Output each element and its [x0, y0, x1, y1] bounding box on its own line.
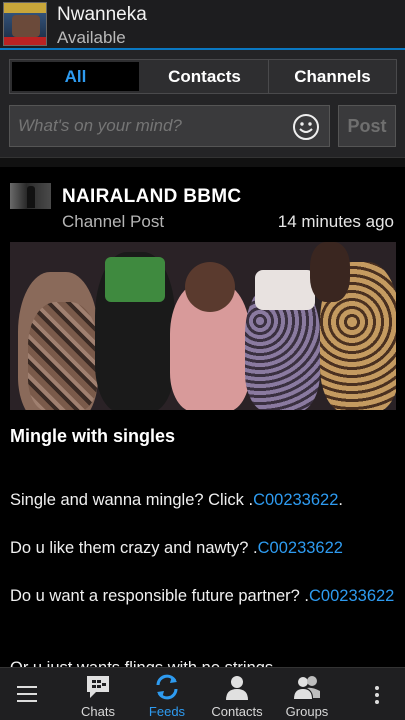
pin-link[interactable]: C00233622	[258, 539, 343, 557]
chat-icon	[87, 676, 109, 698]
nav-feeds[interactable]: Feeds	[145, 668, 189, 720]
status-input[interactable]	[18, 116, 288, 136]
filter-tabs: All Contacts Channels	[9, 59, 397, 94]
contacts-icon	[226, 676, 248, 700]
bottom-nav: Chats Feeds Contacts Groups	[0, 667, 405, 720]
menu-icon[interactable]	[17, 685, 37, 703]
pin-link[interactable]: C00233622	[309, 587, 394, 605]
pin-link[interactable]: C00233622	[253, 491, 338, 509]
post-image[interactable]	[10, 242, 396, 410]
feeds-icon	[156, 674, 178, 700]
paragraph-text: Do u want a responsible future partner? …	[10, 587, 310, 605]
post-type: Channel Post	[62, 212, 165, 231]
profile-status[interactable]: Available	[57, 28, 126, 48]
feed-controls: All Contacts Channels Post	[0, 50, 405, 157]
nav-label: Groups	[285, 704, 329, 719]
overflow-menu-icon[interactable]	[374, 685, 380, 705]
nav-chats[interactable]: Chats	[77, 668, 119, 720]
paragraph-text: Do u like them crazy and nawty? .	[10, 539, 258, 557]
nav-label: Feeds	[148, 704, 186, 719]
section-divider	[0, 157, 405, 167]
post-paragraph: Single and wanna mingle? Click .C0023362…	[10, 488, 395, 512]
tab-channels[interactable]: Channels	[269, 60, 396, 93]
nav-label: Contacts	[211, 704, 263, 719]
channel-avatar[interactable]	[10, 183, 51, 209]
status-composer[interactable]	[9, 105, 330, 147]
avatar[interactable]	[3, 2, 47, 46]
paragraph-suffix: .	[338, 491, 343, 509]
header-bar: Nwanneka Available	[0, 0, 405, 50]
paragraph-text: Single and wanna mingle? Click .	[10, 491, 254, 509]
nav-groups[interactable]: Groups	[284, 668, 330, 720]
tab-contacts[interactable]: Contacts	[141, 60, 269, 93]
post-paragraph: Do u like them crazy and nawty? .C002336…	[10, 536, 395, 560]
nav-contacts[interactable]: Contacts	[209, 668, 265, 720]
emoticon-icon[interactable]	[292, 113, 320, 141]
tab-all[interactable]: All	[12, 62, 139, 91]
post-paragraph: Do u want a responsible future partner? …	[10, 584, 395, 608]
groups-icon	[294, 676, 320, 699]
post-button[interactable]: Post	[338, 105, 396, 147]
post-title: Mingle with singles	[10, 426, 176, 446]
post-timestamp: 14 minutes ago	[277, 212, 394, 231]
nav-label: Chats	[81, 704, 115, 719]
profile-name[interactable]: Nwanneka	[57, 4, 147, 26]
channel-name[interactable]: NAIRALAND BBMC	[62, 186, 241, 208]
